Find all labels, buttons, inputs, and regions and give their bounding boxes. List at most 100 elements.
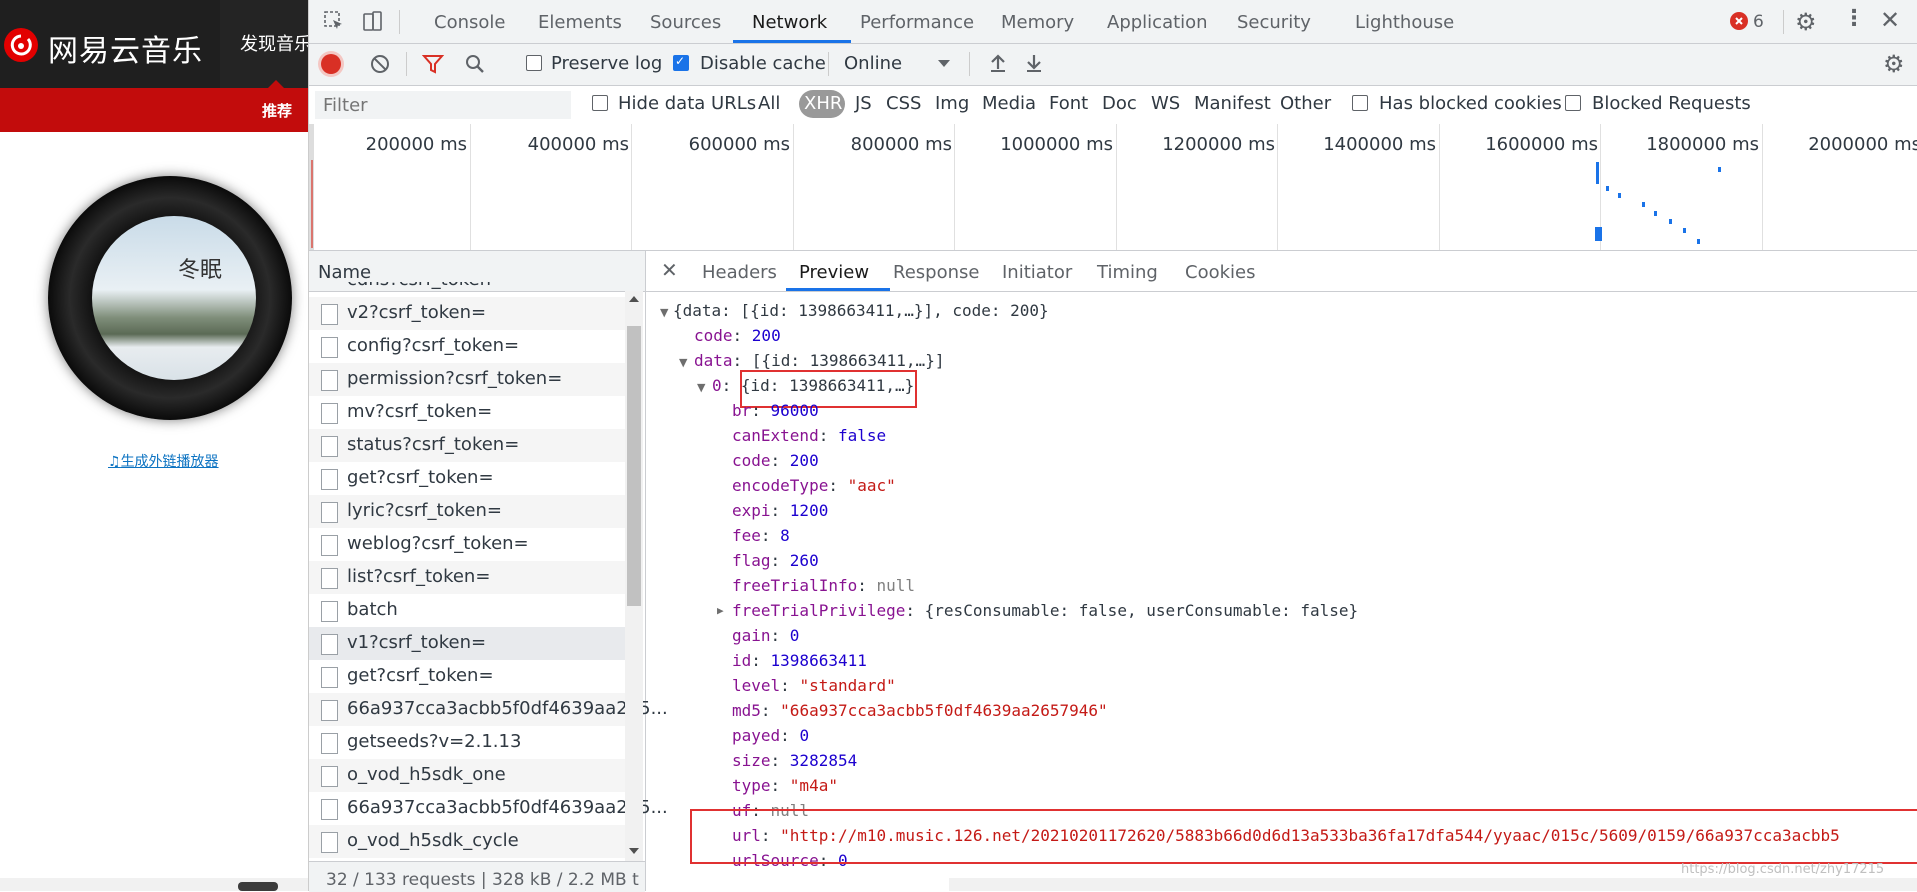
json-field-code[interactable]: code: 200: [732, 451, 819, 471]
request-row[interactable]: list?csrf_token=: [309, 561, 625, 594]
expand-triangle-icon[interactable]: ▼: [679, 356, 687, 369]
subnav-item-recommend[interactable]: 推荐: [262, 100, 292, 121]
tab-response[interactable]: Response: [893, 262, 979, 283]
scroll-up-arrow-icon[interactable]: [629, 296, 639, 302]
request-list-scrollbar-thumb[interactable]: [627, 326, 641, 606]
json-field-encodeType[interactable]: encodeType: "aac": [732, 476, 896, 496]
has-blocked-cookies-checkbox[interactable]: [1352, 95, 1368, 111]
filter-input[interactable]: [315, 91, 571, 119]
tab-cookies[interactable]: Cookies: [1185, 262, 1255, 283]
blocked-requests-checkbox[interactable]: [1565, 95, 1581, 111]
tab-lighthouse[interactable]: Lighthouse: [1355, 12, 1454, 33]
preview-horizontal-scrollbar[interactable]: [949, 878, 1917, 891]
throttling-select[interactable]: Online: [844, 53, 902, 74]
type-filter-img[interactable]: Img: [935, 93, 969, 114]
json-root[interactable]: {data: [{id: 1398663411,…}], code: 200}: [673, 301, 1049, 321]
expand-triangle-icon[interactable]: ▼: [697, 381, 705, 394]
tab-memory[interactable]: Memory: [1001, 12, 1074, 33]
expand-triangle-icon[interactable]: ▼: [660, 306, 668, 319]
tab-elements[interactable]: Elements: [538, 12, 622, 33]
disable-cache-checkbox[interactable]: [673, 54, 689, 71]
json-field-freeTrialInfo[interactable]: freeTrialInfo: null: [732, 576, 915, 596]
request-row[interactable]: get?csrf_token=: [309, 462, 625, 495]
import-har-icon[interactable]: [987, 52, 1009, 78]
device-toolbar-icon[interactable]: [361, 10, 383, 36]
json-field-size[interactable]: size: 3282854: [732, 751, 857, 771]
clear-icon[interactable]: [369, 53, 391, 79]
tab-performance[interactable]: Performance: [860, 12, 974, 33]
request-row[interactable]: get?csrf_token=: [309, 660, 625, 693]
json-field-canExtend[interactable]: canExtend: false: [732, 426, 886, 446]
type-filter-ws[interactable]: WS: [1151, 93, 1180, 114]
json-field-flag[interactable]: flag: 260: [732, 551, 819, 571]
tab-timing[interactable]: Timing: [1097, 262, 1158, 283]
request-row[interactable]: v2?csrf_token=: [309, 297, 625, 330]
close-detail-icon[interactable]: ✕: [661, 258, 678, 282]
filter-icon[interactable]: [421, 53, 445, 79]
nav-tab-discover[interactable]: 发现音乐: [240, 30, 308, 56]
request-row[interactable]: cdns?csrf_token=: [309, 282, 625, 296]
json-field-payed[interactable]: payed: 0: [732, 726, 809, 746]
tab-security[interactable]: Security: [1237, 12, 1311, 33]
tab-initiator[interactable]: Initiator: [1002, 262, 1072, 283]
tab-console[interactable]: Console: [434, 12, 505, 33]
more-options-icon[interactable]: ⋮: [1843, 6, 1865, 31]
search-icon[interactable]: [464, 53, 486, 79]
settings-gear-icon[interactable]: ⚙: [1795, 8, 1817, 36]
tab-sources[interactable]: Sources: [650, 12, 721, 33]
network-settings-gear-icon[interactable]: ⚙: [1883, 50, 1905, 78]
type-filter-font[interactable]: Font: [1049, 93, 1088, 114]
request-row[interactable]: o_vod_h5sdk_one: [309, 759, 625, 792]
type-filter-doc[interactable]: Doc: [1102, 93, 1137, 114]
request-row[interactable]: 66a937cca3acbb5f0df4639aa265...: [309, 693, 668, 726]
type-filter-all[interactable]: All: [758, 93, 780, 114]
request-row[interactable]: v1?csrf_token=: [309, 627, 625, 660]
site-scrollbar-thumb[interactable]: [238, 882, 278, 891]
json-field-expi[interactable]: expi: 1200: [732, 501, 828, 521]
request-row[interactable]: lyric?csrf_token=: [309, 495, 625, 528]
request-row[interactable]: permission?csrf_token=: [309, 363, 625, 396]
inspect-element-icon[interactable]: [323, 10, 345, 36]
type-filter-other[interactable]: Other: [1280, 93, 1331, 114]
record-button[interactable]: [321, 54, 341, 74]
json-field-gain[interactable]: gain: 0: [732, 626, 799, 646]
json-field-freeTrialPrivilege[interactable]: ▶ freeTrialPrivilege: {resConsumable: fal…: [717, 601, 1358, 621]
generate-player-link[interactable]: ♫生成外链播放器: [108, 451, 219, 471]
json-field-br[interactable]: br: 96000: [732, 401, 819, 421]
tab-application[interactable]: Application: [1107, 12, 1208, 33]
type-filter-media[interactable]: Media: [982, 93, 1036, 114]
name-column-header[interactable]: Name: [318, 262, 371, 283]
netease-music-logo-icon[interactable]: [4, 28, 38, 62]
type-filter-xhr[interactable]: XHR: [804, 93, 842, 114]
tab-headers[interactable]: Headers: [702, 262, 777, 283]
expand-triangle-icon[interactable]: ▶: [717, 601, 724, 621]
request-row[interactable]: config?csrf_token=: [309, 330, 625, 363]
error-icon[interactable]: [1730, 12, 1748, 30]
json-field-level[interactable]: level: "standard": [732, 676, 896, 696]
close-devtools-icon[interactable]: ✕: [1880, 6, 1900, 34]
scroll-down-arrow-icon[interactable]: [629, 848, 639, 854]
json-field-id[interactable]: id: 1398663411: [732, 651, 867, 671]
json-field-type[interactable]: type: "m4a": [732, 776, 838, 796]
json-field-fee[interactable]: fee: 8: [732, 526, 790, 546]
json-field-md5[interactable]: md5: "66a937cca3acbb5f0df4639aa2657946": [732, 701, 1108, 721]
tab-network[interactable]: Network: [752, 12, 827, 33]
request-row[interactable]: getseeds?v=2.1.13: [309, 726, 625, 759]
request-row[interactable]: weblog?csrf_token=: [309, 528, 625, 561]
json-field-data[interactable]: data: [{id: 1398663411,…}]: [694, 351, 944, 371]
request-row[interactable]: o_vod_h5sdk_cycle: [309, 825, 625, 858]
type-filter-manifest[interactable]: Manifest: [1194, 93, 1271, 114]
type-filter-js[interactable]: JS: [855, 93, 872, 114]
type-filter-css[interactable]: CSS: [886, 93, 921, 114]
preserve-log-checkbox[interactable]: [526, 55, 542, 71]
request-row[interactable]: batch: [309, 594, 625, 627]
request-row[interactable]: 66a937cca3acbb5f0df4639aa265...: [309, 792, 668, 825]
hide-data-urls-checkbox[interactable]: [592, 95, 608, 111]
tab-preview[interactable]: Preview: [799, 262, 869, 283]
request-row[interactable]: mv?csrf_token=: [309, 396, 625, 429]
site-logo-text[interactable]: 网易云音乐: [48, 26, 203, 70]
chevron-down-icon[interactable]: [938, 60, 950, 67]
request-row[interactable]: status?csrf_token=: [309, 429, 625, 462]
export-har-icon[interactable]: [1023, 52, 1045, 78]
error-count[interactable]: 6: [1753, 12, 1764, 32]
